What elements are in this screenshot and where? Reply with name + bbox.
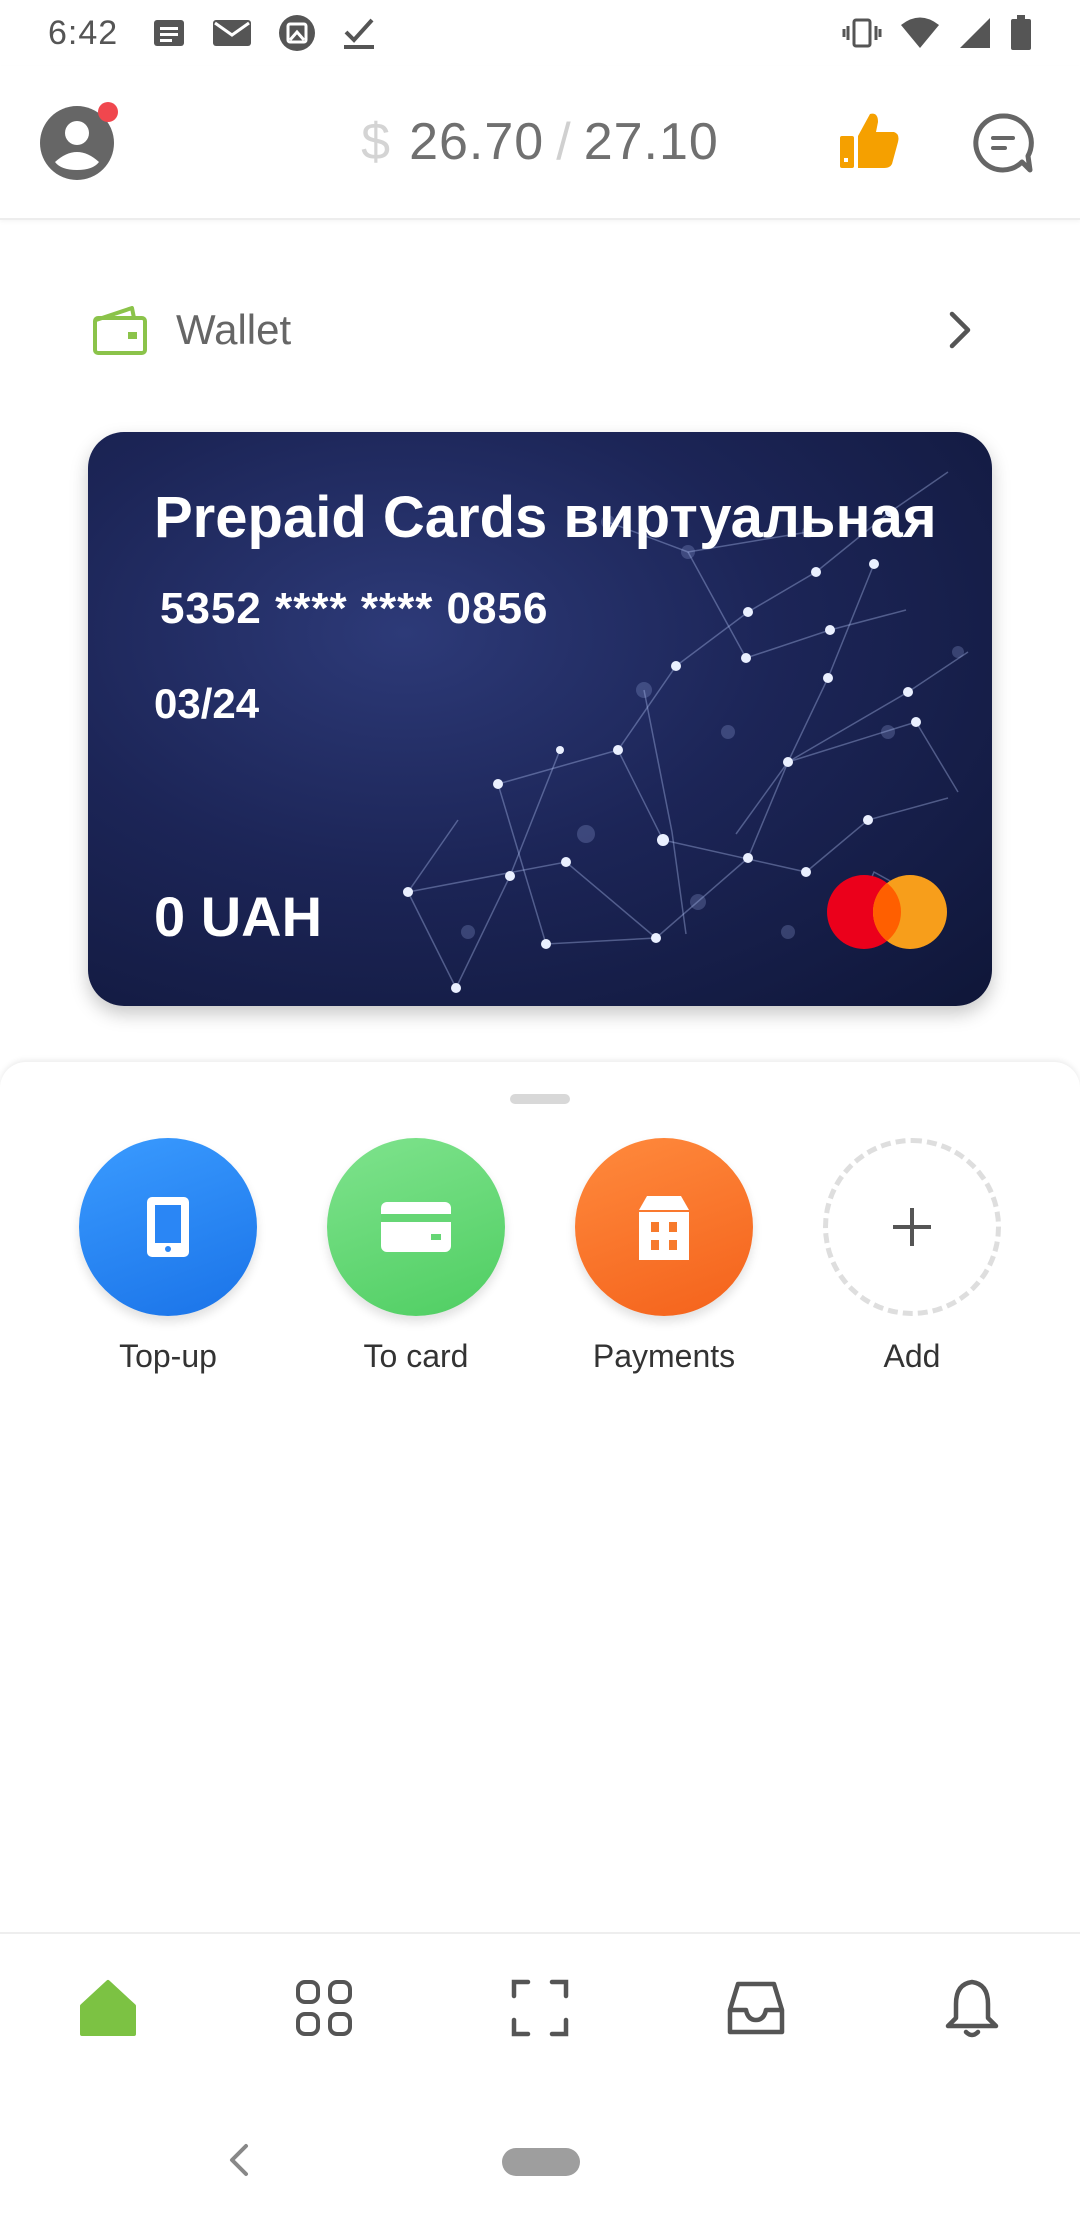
status-notification-icons: [152, 14, 376, 52]
thumbs-up-icon: [840, 113, 899, 168]
sheet-grabber[interactable]: [510, 1094, 570, 1104]
card-icon: [381, 1202, 451, 1252]
status-bar: 6:42: [0, 0, 1080, 66]
home-pill[interactable]: [502, 2148, 580, 2176]
prepaid-card[interactable]: Prepaid Cards виртуальная 5352 **** ****…: [88, 432, 992, 1006]
top-up-label: Top-up: [119, 1338, 217, 1374]
wifi-icon: [901, 17, 939, 48]
payments-button[interactable]: Payments: [564, 1138, 764, 1375]
add-circle[interactable]: [823, 1138, 1001, 1316]
payments-label: Payments: [592, 1338, 736, 1374]
wallet-row[interactable]: Wallet: [0, 290, 1080, 370]
chat-button[interactable]: [970, 110, 1036, 176]
status-system-icons: [842, 15, 1032, 51]
back-icon[interactable]: [224, 2142, 252, 2178]
chat-icon: [973, 113, 1034, 173]
balance-display: $26.70/27.10: [0, 112, 1080, 172]
card-expiry: 03/24: [154, 680, 260, 727]
photo-icon: [279, 15, 316, 51]
signal-icon: [960, 18, 990, 48]
add-button[interactable]: Add: [812, 1138, 1012, 1375]
card-title: Prepaid Cards виртуальная: [154, 485, 937, 550]
top-up-circle[interactable]: [79, 1138, 257, 1316]
actions-sheet: Top-up To card Payments Add: [0, 1062, 1080, 1932]
chevron-right-icon[interactable]: [940, 308, 980, 352]
profile-avatar-button[interactable]: [38, 102, 118, 182]
mastercard-logo: [827, 875, 947, 949]
balance-secondary: 27.10: [583, 113, 719, 171]
phone-icon: [147, 1197, 189, 1257]
to-card-label: To card: [363, 1338, 469, 1374]
wallet-icon: [93, 306, 147, 355]
battery-icon: [1011, 15, 1031, 50]
system-navigation: [0, 2082, 1080, 2220]
scan-icon[interactable]: [508, 1976, 572, 2040]
to-card-button[interactable]: To card: [316, 1138, 516, 1375]
balance-separator: /: [556, 113, 572, 171]
top-up-button[interactable]: Top-up: [68, 1138, 268, 1375]
vibrate-icon: [842, 18, 882, 48]
payments-circle[interactable]: [575, 1138, 753, 1316]
wallet-label: Wallet: [176, 306, 292, 353]
inbox-icon[interactable]: [724, 1976, 788, 2040]
bell-icon[interactable]: [940, 1976, 1004, 2040]
card-balance: 0 UAH: [154, 885, 323, 948]
mail-icon: [213, 20, 252, 46]
notes-icon: [154, 20, 185, 46]
notification-dot: [98, 102, 118, 122]
status-time: 6:42: [48, 13, 119, 52]
home-icon[interactable]: [76, 1976, 140, 2040]
bottom-navigation: [0, 1932, 1080, 2082]
check-icon: [344, 18, 375, 49]
building-icon: [639, 1196, 689, 1260]
plus-icon: [893, 1208, 931, 1246]
currency-symbol: $: [361, 113, 392, 171]
app-header: $26.70/27.10: [0, 66, 1080, 220]
apps-icon[interactable]: [292, 1976, 356, 2040]
add-label: Add: [883, 1338, 941, 1374]
card-number: 5352 **** **** 0856: [160, 584, 549, 633]
balance-primary: 26.70: [409, 113, 545, 171]
to-card-circle[interactable]: [327, 1138, 505, 1316]
thumbs-up-button[interactable]: [834, 106, 904, 176]
